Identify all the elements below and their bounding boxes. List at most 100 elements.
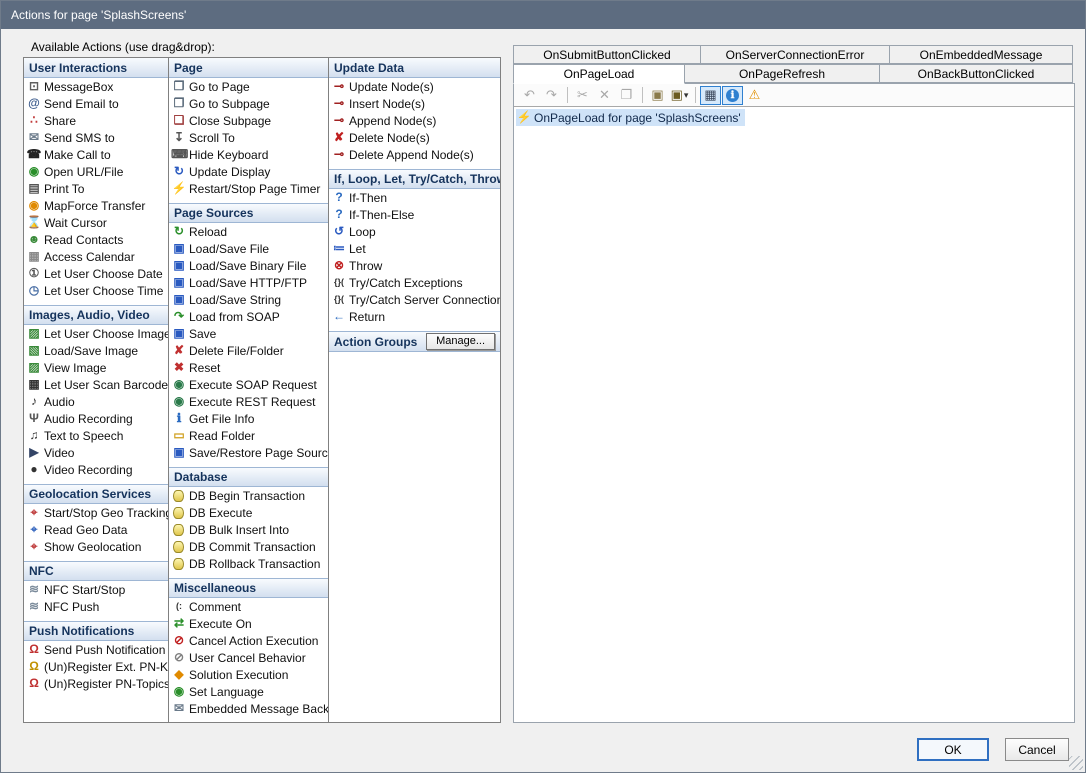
action-item[interactable]: ▨View Image <box>24 359 168 376</box>
action-item[interactable]: ⌨Hide Keyboard <box>169 146 328 163</box>
tab-onpagerefresh[interactable]: OnPageRefresh <box>684 64 880 83</box>
action-item[interactable]: ⊘User Cancel Behavior <box>169 649 328 666</box>
action-item[interactable]: ⊸Insert Node(s) <box>329 95 500 112</box>
action-item[interactable]: ?If-Then-Else <box>329 206 500 223</box>
action-item[interactable]: ≔Let <box>329 240 500 257</box>
action-item[interactable]: @Send Email to <box>24 95 168 112</box>
tab-onbackbuttonclicked[interactable]: OnBackButtonClicked <box>879 64 1073 83</box>
action-item[interactable]: ❐Go to Page <box>169 78 328 95</box>
action-item[interactable]: ✉Embedded Message Back <box>169 700 328 717</box>
action-item[interactable]: Ω(Un)Register Ext. PN-Key <box>24 658 168 675</box>
action-item[interactable]: ΨAudio Recording <box>24 410 168 427</box>
action-item[interactable]: ▦Let User Scan Barcode <box>24 376 168 393</box>
action-item[interactable]: Ω(Un)Register PN-Topics <box>24 675 168 692</box>
action-item[interactable]: ≋NFC Start/Stop <box>24 581 168 598</box>
action-item[interactable]: (:Comment <box>169 598 328 615</box>
action-item[interactable]: ↧Scroll To <box>169 129 328 146</box>
action-item[interactable]: ▧Load/Save Image <box>24 342 168 359</box>
action-item[interactable]: DB Commit Transaction <box>169 538 328 555</box>
action-item-label: Text to Speech <box>44 429 123 443</box>
action-item[interactable]: ▨Let User Choose Image <box>24 325 168 342</box>
action-item[interactable]: ⚡Restart/Stop Page Timer <box>169 180 328 197</box>
action-item[interactable]: ΩSend Push Notification <box>24 641 168 658</box>
action-item[interactable]: ◷Let User Choose Time <box>24 282 168 299</box>
action-item[interactable]: ↻Update Display <box>169 163 328 180</box>
action-item[interactable]: ⊡MessageBox <box>24 78 168 95</box>
tab-onembeddedmessage[interactable]: OnEmbeddedMessage <box>889 45 1073 64</box>
action-item[interactable]: ∴Share <box>24 112 168 129</box>
actions-editor[interactable]: ⚡ OnPageLoad for page 'SplashScreens' <box>514 106 1074 722</box>
manage-button[interactable]: Manage... <box>426 333 495 350</box>
action-item[interactable]: ▤Print To <box>24 180 168 197</box>
paste-special-icon[interactable]: ▣▾ <box>669 86 690 105</box>
action-item[interactable]: ⊸Append Node(s) <box>329 112 500 129</box>
action-item[interactable]: ◉MapForce Transfer <box>24 197 168 214</box>
action-item[interactable]: ✖Reset <box>169 359 328 376</box>
action-item[interactable]: DB Bulk Insert Into <box>169 521 328 538</box>
ok-button[interactable]: OK <box>917 738 989 761</box>
action-item[interactable]: ❐Go to Subpage <box>169 95 328 112</box>
action-item[interactable]: ☎Make Call to <box>24 146 168 163</box>
action-item[interactable]: ↺Loop <box>329 223 500 240</box>
action-item[interactable]: ◉Execute REST Request <box>169 393 328 410</box>
action-item[interactable]: ◉Open URL/File <box>24 163 168 180</box>
action-item[interactable]: ♪Audio <box>24 393 168 410</box>
warning-icon[interactable]: ⚠ <box>744 86 765 105</box>
action-item[interactable]: ⊸Delete Append Node(s) <box>329 146 500 163</box>
redo-icon[interactable]: ↷ <box>541 86 562 105</box>
action-item[interactable]: ▣Load/Save Binary File <box>169 257 328 274</box>
action-item[interactable]: ▣Load/Save HTTP/FTP <box>169 274 328 291</box>
action-item[interactable]: {}(Try/Catch Exceptions <box>329 274 500 291</box>
action-item[interactable]: ▣Load/Save File <box>169 240 328 257</box>
action-item[interactable]: ◉Set Language <box>169 683 328 700</box>
action-item[interactable]: ⌛Wait Cursor <box>24 214 168 231</box>
action-item[interactable]: ≋NFC Push <box>24 598 168 615</box>
action-item[interactable]: ▣Save <box>169 325 328 342</box>
delete-icon[interactable]: ✕ <box>594 86 615 105</box>
tab-onserverconnectionerror[interactable]: OnServerConnectionError <box>700 45 890 64</box>
action-item[interactable]: ↻Reload <box>169 223 328 240</box>
action-item[interactable]: DB Begin Transaction <box>169 487 328 504</box>
action-item[interactable]: ◆Solution Execution <box>169 666 328 683</box>
action-item[interactable]: ℹGet File Info <box>169 410 328 427</box>
tab-onsubmitbuttonclicked[interactable]: OnSubmitButtonClicked <box>513 45 701 64</box>
action-item[interactable]: ❏Close Subpage <box>169 112 328 129</box>
cut-icon[interactable]: ✂ <box>572 86 593 105</box>
action-item[interactable]: ⊸Update Node(s) <box>329 78 500 95</box>
action-item[interactable]: ?If-Then <box>329 189 500 206</box>
action-item[interactable]: ↷Load from SOAP <box>169 308 328 325</box>
resize-grip[interactable] <box>1069 756 1083 770</box>
action-item[interactable]: ♫Text to Speech <box>24 427 168 444</box>
action-item[interactable]: ▭Read Folder <box>169 427 328 444</box>
action-item[interactable]: ✘Delete File/Folder <box>169 342 328 359</box>
action-item[interactable]: DB Execute <box>169 504 328 521</box>
action-item[interactable]: ◉Execute SOAP Request <box>169 376 328 393</box>
action-item[interactable]: ⌖Read Geo Data <box>24 521 168 538</box>
action-item[interactable]: ✘Delete Node(s) <box>329 129 500 146</box>
action-item[interactable]: ⌖Show Geolocation <box>24 538 168 555</box>
action-item[interactable]: DB Rollback Transaction <box>169 555 328 572</box>
action-item[interactable]: ✉Send SMS to <box>24 129 168 146</box>
action-item[interactable]: ⇄Execute On <box>169 615 328 632</box>
copy-icon[interactable]: ❐ <box>616 86 637 105</box>
action-item[interactable]: ←Return <box>329 308 500 325</box>
action-item[interactable]: ▶Video <box>24 444 168 461</box>
undo-icon[interactable]: ↶ <box>519 86 540 105</box>
action-item[interactable]: ⌖Start/Stop Geo Tracking <box>24 504 168 521</box>
action-item[interactable]: ①Let User Choose Date <box>24 265 168 282</box>
paste-icon[interactable]: ▣ <box>647 86 668 105</box>
tab-onpageload[interactable]: OnPageLoad <box>513 64 685 84</box>
action-item[interactable]: {}(Try/Catch Server Connection <box>329 291 500 308</box>
action-item[interactable]: ⊗Throw <box>329 257 500 274</box>
action-item[interactable]: ▦Access Calendar <box>24 248 168 265</box>
action-item[interactable]: ☻Read Contacts <box>24 231 168 248</box>
cancel-button[interactable]: Cancel <box>1005 738 1069 761</box>
action-item[interactable]: ⊘Cancel Action Execution <box>169 632 328 649</box>
grid-toggle-icon[interactable]: ▦ <box>700 86 721 105</box>
action-item[interactable]: ▣Load/Save String <box>169 291 328 308</box>
action-item[interactable]: ▣Save/Restore Page Sources <box>169 444 328 461</box>
action-item[interactable]: ●Video Recording <box>24 461 168 478</box>
event-entry-row[interactable]: ⚡ OnPageLoad for page 'SplashScreens' <box>516 109 745 126</box>
info-toggle-icon[interactable]: ℹ <box>722 86 743 105</box>
insert-node-icon: ⊸ <box>331 96 347 111</box>
